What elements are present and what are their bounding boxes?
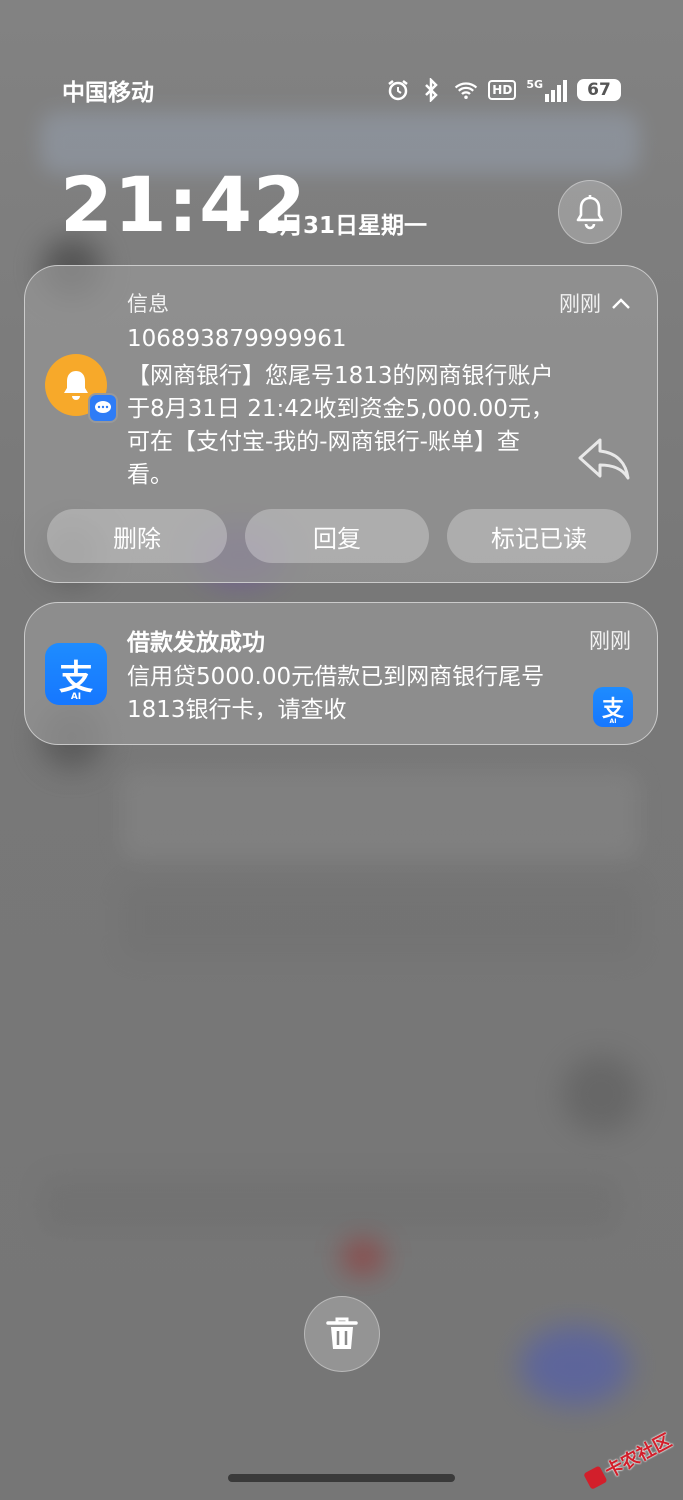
status-icons: HD 5G 67 <box>386 78 621 102</box>
wifi-icon <box>454 78 478 102</box>
notification-actions: 删除 回复 标记已读 <box>47 509 631 563</box>
notification-sender: 106893879999961 <box>127 326 347 352</box>
network-label: 5G <box>526 78 543 91</box>
bell-outline-icon <box>576 195 604 230</box>
mark-read-button[interactable]: 标记已读 <box>447 509 631 563</box>
chat-bubble-icon <box>88 393 118 423</box>
lockscreen-date: 8月31日星期一 <box>264 213 428 239</box>
hd-badge: HD <box>488 80 517 100</box>
ai-label: AI <box>70 692 82 702</box>
carrier-label: 中国移动 <box>62 80 154 106</box>
notification-body: 信用贷5000.00元借款已到网商银行尾号1813银行卡，请查收 <box>127 664 545 723</box>
delete-button[interactable]: 删除 <box>47 509 227 563</box>
status-bar: 中国移动 HD 5G 67 <box>62 70 621 110</box>
alipay-app-icon: 支 AI <box>45 643 107 705</box>
notification-time: 刚刚 <box>589 629 631 653</box>
signal-icon: 5G <box>526 78 567 102</box>
reply-arrow-icon[interactable] <box>576 434 632 484</box>
chevron-up-icon[interactable] <box>611 296 631 310</box>
notification-time[interactable]: 刚刚 <box>559 288 631 318</box>
alipay-small-icon: 支 AI <box>593 687 633 727</box>
bluetooth-icon <box>420 78 444 102</box>
notification-settings-button[interactable] <box>558 180 622 244</box>
notification-time-label: 刚刚 <box>559 292 601 316</box>
clear-notifications-button[interactable] <box>304 1296 380 1372</box>
alipay-notification[interactable]: 支 AI 借款发放成功 刚刚 信用贷5000.00元借款已到网商银行尾号1813… <box>24 602 658 745</box>
home-indicator[interactable] <box>228 1474 455 1482</box>
reply-button[interactable]: 回复 <box>245 509 429 563</box>
notification-title: 借款发放成功 <box>127 630 265 656</box>
notification-body: 【网商银行】您尾号1813的网商银行账户于8月31日 21:42收到资金5,00… <box>127 363 554 488</box>
alarm-icon <box>386 78 410 102</box>
ai-small-label: AI <box>609 718 617 725</box>
trash-icon <box>326 1317 358 1349</box>
notification-app-name: 信息 <box>127 292 169 316</box>
sms-notification[interactable]: 信息 刚刚 106893879999961 【网商银行】您尾号1813的网商银行… <box>24 265 658 583</box>
battery-indicator: 67 <box>577 79 621 101</box>
